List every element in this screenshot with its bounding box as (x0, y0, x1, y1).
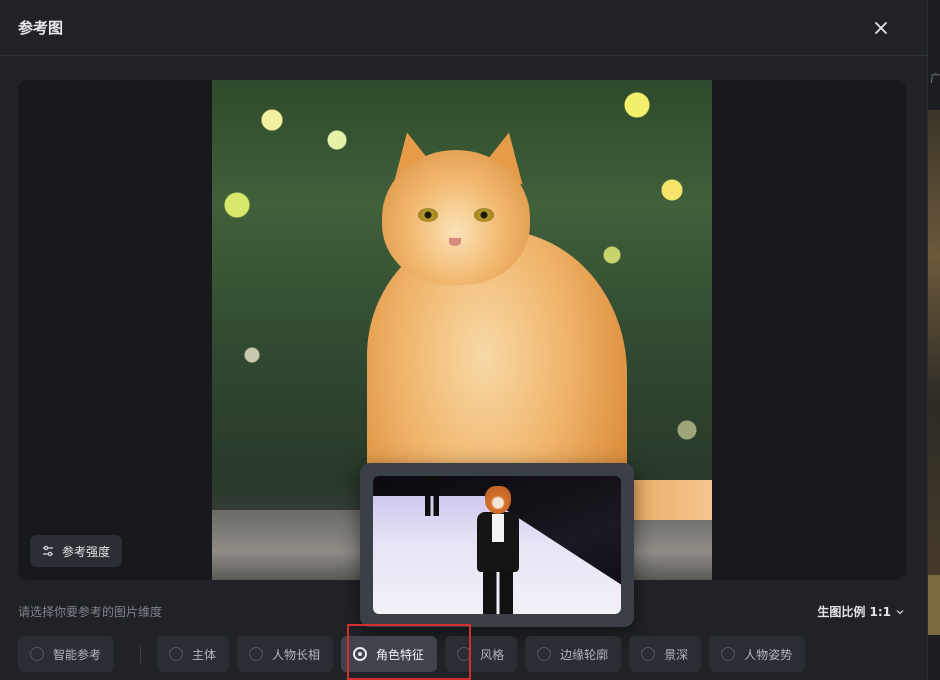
radio-icon (537, 647, 552, 661)
option-label: 边缘轮廓 (560, 647, 609, 662)
option-label: 主体 (192, 647, 217, 662)
background-image-2 (928, 575, 940, 635)
option-character-features[interactable]: 角色特征 (341, 636, 438, 672)
radio-icon (169, 647, 184, 661)
radio-selected-icon (353, 647, 368, 661)
radio-icon (457, 647, 472, 661)
reference-image-modal: 参考图 参考强度 请选择你要参考的图片维度 生图比例 1:1 智能参考 主体 人… (0, 0, 928, 680)
option-depth-of-field[interactable]: 景深 (629, 636, 702, 672)
fox-shirt (492, 514, 504, 542)
option-label: 风格 (480, 647, 505, 662)
background-page: 广 (928, 0, 940, 680)
reference-strength-button[interactable]: 参考强度 (30, 535, 123, 567)
cat-eye-left (418, 208, 438, 222)
option-label: 角色特征 (376, 647, 425, 662)
modal-header: 参考图 (0, 0, 927, 56)
option-label: 景深 (664, 647, 689, 662)
option-subject[interactable]: 主体 (157, 636, 230, 672)
background-image (928, 110, 940, 600)
modal-title: 参考图 (18, 19, 64, 37)
radio-icon (30, 647, 44, 661)
sliders-icon (43, 545, 53, 557)
option-smart-reference[interactable]: 智能参考 (18, 636, 115, 672)
close-button[interactable] (867, 14, 895, 42)
option-pose[interactable]: 人物姿势 (709, 636, 806, 672)
option-label: 人物姿势 (744, 647, 793, 662)
model-legs (425, 476, 439, 516)
fox-legs (483, 570, 513, 614)
background-peek-text: 广 (930, 72, 940, 85)
option-edge-outline[interactable]: 边缘轮廓 (525, 636, 622, 672)
reference-dimension-options: 智能参考 主体 人物长相 角色特征 风格 边缘轮廓 景深 人物姿势 (18, 636, 813, 672)
fox-head (485, 486, 511, 514)
close-icon (875, 21, 887, 34)
fox-in-suit (473, 486, 523, 614)
chevron-down-icon (896, 609, 904, 614)
aspect-ratio-label: 生图比例 1:1 (817, 605, 891, 619)
example-image (373, 476, 621, 614)
cat-head (382, 150, 530, 285)
option-style[interactable]: 风格 (445, 636, 518, 672)
reference-strength-label: 参考强度 (62, 544, 111, 559)
radio-icon (249, 647, 264, 661)
divider (140, 645, 142, 663)
radio-icon (721, 647, 736, 661)
aspect-ratio-select[interactable]: 生图比例 1:1 (817, 603, 905, 620)
option-label: 人物长相 (272, 647, 321, 662)
cat-nose (449, 238, 461, 246)
option-label: 智能参考 (53, 647, 102, 662)
dimension-hint: 请选择你要参考的图片维度 (18, 605, 163, 619)
example-popover (360, 463, 634, 627)
option-face[interactable]: 人物长相 (237, 636, 334, 672)
radio-icon (641, 647, 656, 661)
cat-eye-right (474, 208, 494, 222)
